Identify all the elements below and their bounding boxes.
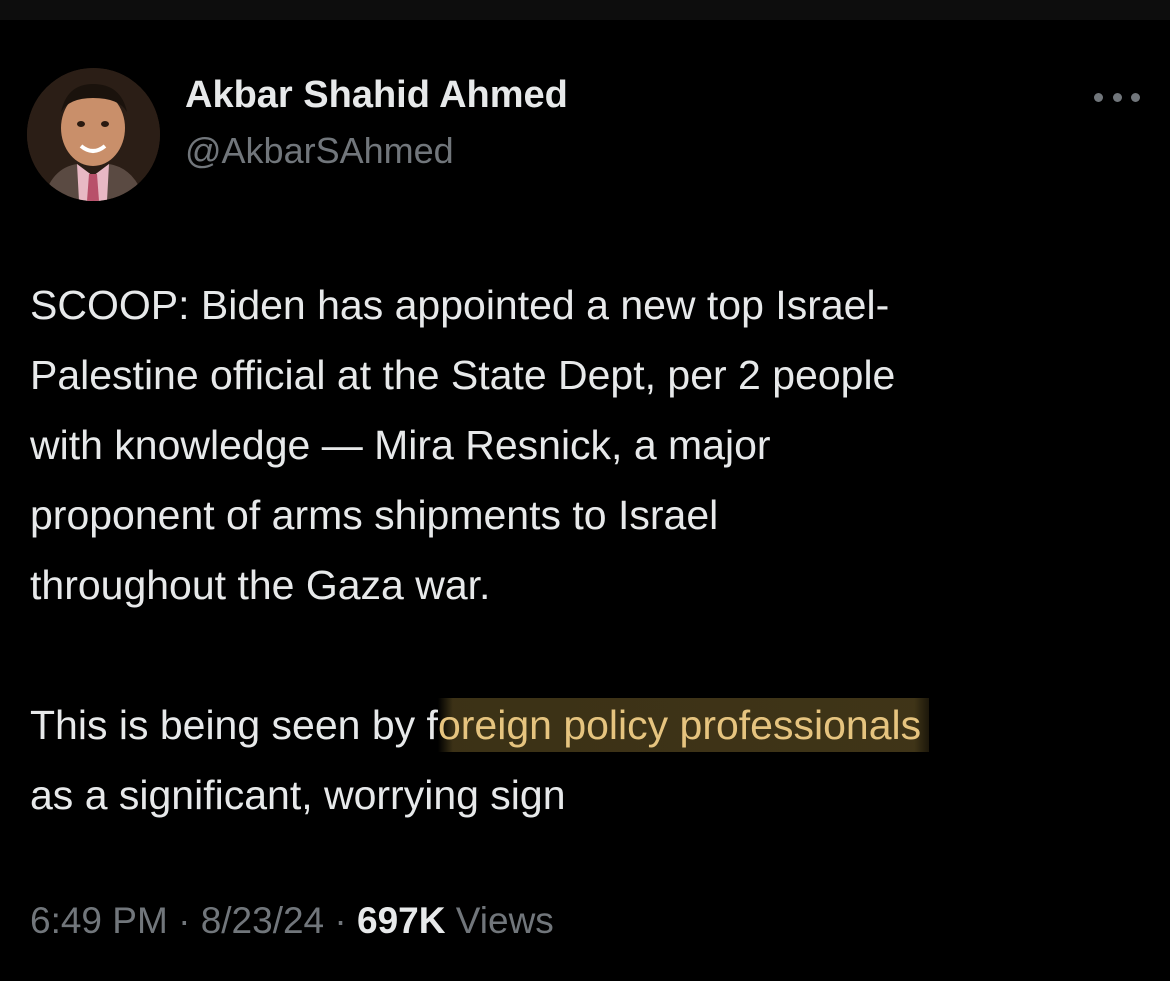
meta-separator: · xyxy=(324,900,358,941)
tweet-meta: 6:49 PM · 8/23/24 · 697K Views xyxy=(30,900,554,942)
more-dot xyxy=(1112,92,1122,102)
meta-separator: · xyxy=(167,900,201,941)
highlighted-text: oreign policy professionals xyxy=(437,698,930,752)
tweet-line: proponent of arms shipments to Israel xyxy=(30,492,719,538)
more-dot xyxy=(1094,92,1103,102)
avatar-image xyxy=(27,68,160,201)
tweet-line: with knowledge — Mira Resnick, a major xyxy=(30,422,771,468)
views-label: Views xyxy=(445,900,554,941)
avatar[interactable] xyxy=(27,68,160,201)
tweet-line-plain: This is being seen by f xyxy=(30,702,438,748)
views-count[interactable]: 697K xyxy=(357,900,445,941)
paragraph-spacer xyxy=(30,620,1140,690)
top-strip xyxy=(0,0,1170,20)
tweet-time[interactable]: 6:49 PM xyxy=(30,900,168,941)
tweet-line: This is being seen by foreign policy pro… xyxy=(30,690,1140,760)
display-name[interactable]: Akbar Shahid Ahmed xyxy=(185,74,568,117)
tweet-line: throughout the Gaza war. xyxy=(30,562,491,608)
tweet-line: as a significant, worrying sign xyxy=(30,772,566,818)
tweet-date[interactable]: 8/23/24 xyxy=(201,900,324,941)
tweet-line: SCOOP: Biden has appointed a new top Isr… xyxy=(30,282,890,328)
tweet-line: Palestine official at the State Dept, pe… xyxy=(30,352,896,398)
more-horizontal-icon[interactable] xyxy=(1094,88,1140,106)
more-dot xyxy=(1131,92,1140,102)
tweet-text: SCOOP: Biden has appointed a new top Isr… xyxy=(30,270,1140,830)
handle[interactable]: @AkbarSAhmed xyxy=(185,130,454,172)
